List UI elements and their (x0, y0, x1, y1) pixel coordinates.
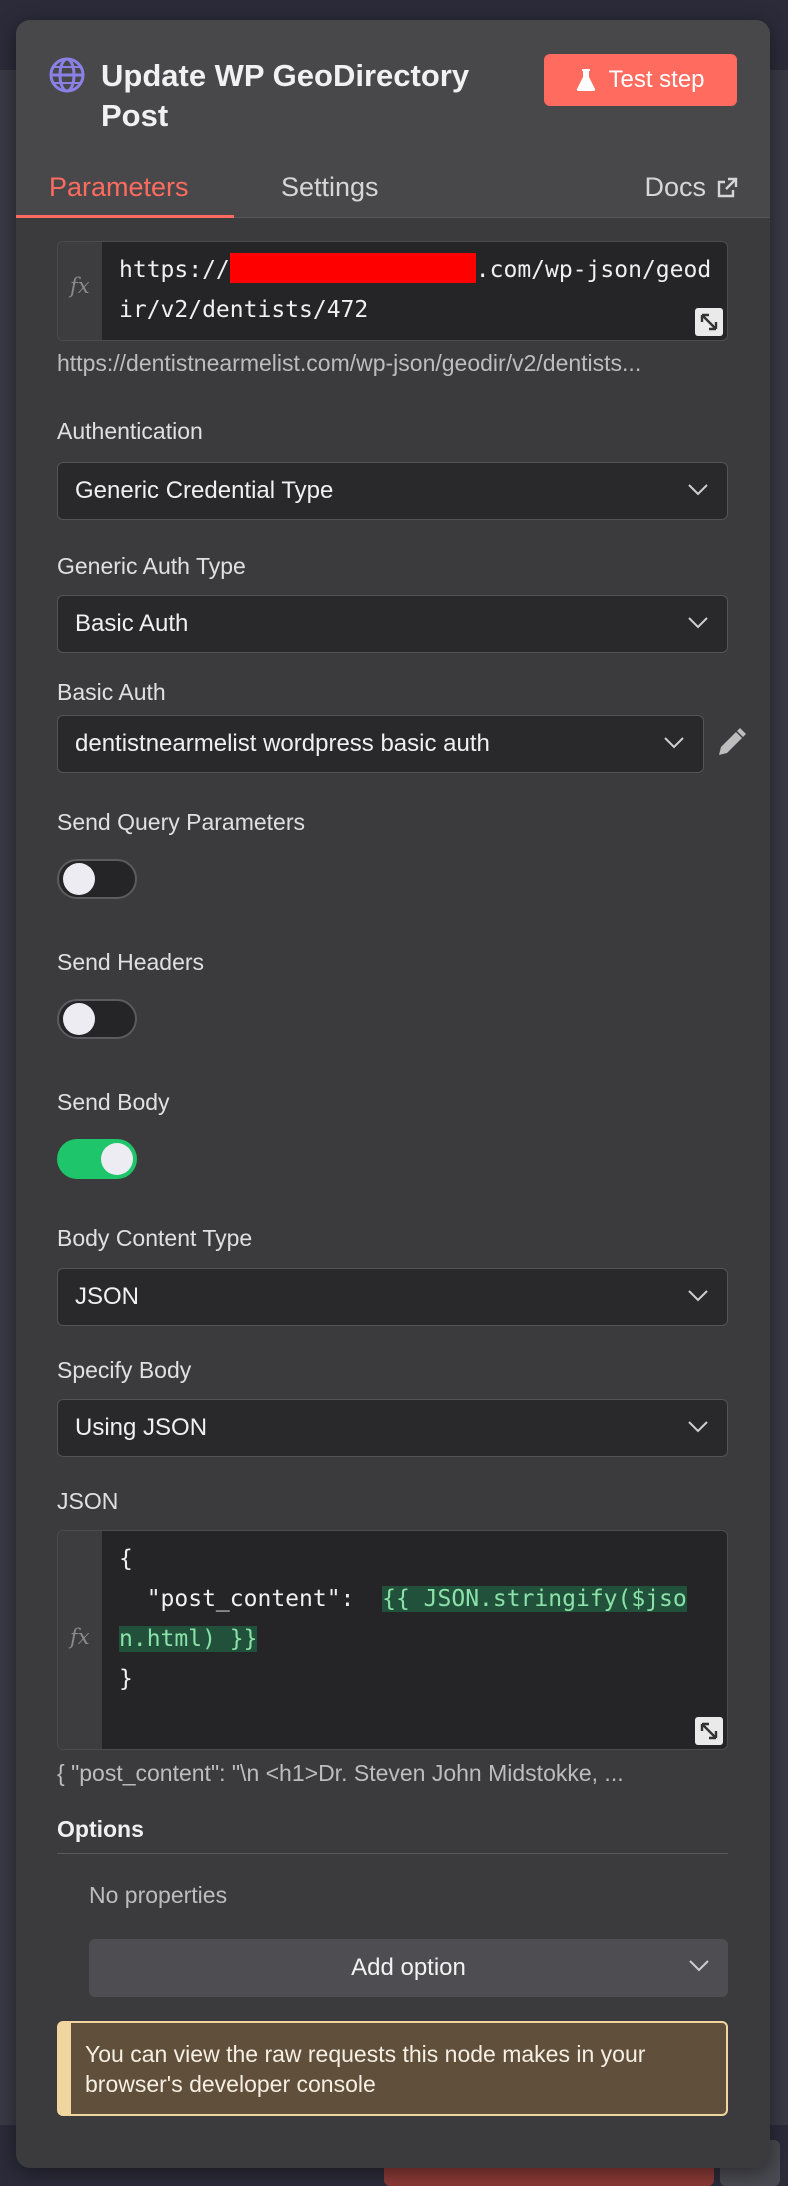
json-preview: { "post_content": "\n <h1>Dr. Steven Joh… (57, 1760, 624, 1786)
generic-auth-type-select[interactable]: Basic Auth (57, 595, 728, 653)
specify-body-value: Using JSON (75, 1414, 208, 1441)
toggle-knob (101, 1143, 133, 1175)
basic-auth-label: Basic Auth (57, 679, 166, 705)
toggle-knob (63, 1003, 95, 1035)
tab-settings[interactable]: Settings (281, 172, 379, 203)
chevron-down-icon (689, 1960, 709, 1972)
edit-credential-pencil-icon[interactable] (715, 727, 747, 759)
active-tab-indicator (16, 215, 234, 218)
redacted-block (229, 253, 476, 283)
authentication-value: Generic Credential Type (75, 477, 334, 504)
fx-icon: fx (70, 274, 90, 298)
fx-gutter: fx (58, 242, 102, 340)
json-line1: { (119, 1546, 133, 1572)
chevron-down-icon (688, 1421, 708, 1433)
globe-icon (49, 57, 85, 93)
tab-parameters[interactable]: Parameters (49, 172, 189, 203)
chevron-down-icon (688, 617, 708, 629)
basic-auth-value: dentistnearmelist wordpress basic auth (75, 730, 490, 757)
body-content-type-label: Body Content Type (57, 1225, 253, 1251)
url-expression-editor[interactable]: fx https:// .com/wp-json/geod ir/v2/denti… (57, 241, 728, 341)
basic-auth-credential-select[interactable]: dentistnearmelist wordpress basic auth (57, 715, 704, 773)
panel-header: Update WP GeoDirectory Post Test step Pa… (16, 20, 770, 218)
docs-link[interactable]: Docs (644, 172, 738, 203)
options-divider (57, 1853, 728, 1854)
generic-auth-type-label: Generic Auth Type (57, 553, 246, 579)
chevron-down-icon (664, 737, 684, 749)
add-option-button[interactable]: Add option (89, 1939, 728, 1997)
authentication-select[interactable]: Generic Credential Type (57, 462, 728, 520)
options-title: Options (57, 1816, 144, 1842)
body-content-type-value: JSON (75, 1283, 140, 1310)
fx-gutter: fx (58, 1531, 102, 1749)
url-suffix: .com/wp-json/geod (475, 257, 712, 283)
send-headers-toggle[interactable] (57, 999, 137, 1039)
node-title[interactable]: Update WP GeoDirectory Post (101, 56, 521, 136)
specify-body-select[interactable]: Using JSON (57, 1399, 728, 1457)
json-key: "post_content": (119, 1586, 383, 1612)
send-headers-label: Send Headers (57, 949, 205, 975)
flask-icon (577, 69, 596, 91)
authentication-label: Authentication (57, 418, 203, 444)
raw-requests-notice: You can view the raw requests this node … (57, 2021, 728, 2116)
json-expression-part1: {{ JSON.stringify($jso (382, 1586, 687, 1612)
body-content-type-select[interactable]: JSON (57, 1268, 728, 1326)
send-body-label: Send Body (57, 1089, 170, 1115)
send-body-toggle[interactable] (57, 1139, 137, 1179)
add-option-label: Add option (351, 1954, 466, 1981)
toggle-knob (63, 863, 95, 895)
url-line2: ir/v2/dentists/472 (119, 297, 369, 323)
no-properties-text: No properties (89, 1882, 228, 1908)
expand-editor-icon[interactable] (695, 308, 723, 336)
fx-icon: fx (70, 1625, 90, 1649)
expand-editor-icon[interactable] (695, 1717, 723, 1745)
json-expression-part2: n.html) }} (119, 1626, 258, 1652)
json-line4: } (119, 1666, 133, 1692)
test-step-label: Test step (608, 66, 705, 93)
node-parameters-panel: Update WP GeoDirectory Post Test step Pa… (16, 20, 770, 2168)
send-query-label: Send Query Parameters (57, 809, 306, 835)
json-label: JSON (57, 1488, 119, 1514)
docs-label: Docs (644, 172, 706, 202)
json-code-text[interactable]: { "post_content": {{ JSON.stringify($jso… (119, 1539, 687, 1699)
test-step-button[interactable]: Test step (544, 54, 737, 106)
json-expression-editor[interactable]: fx { "post_content": {{ JSON.stringify($… (57, 1530, 728, 1750)
chevron-down-icon (688, 1290, 708, 1302)
external-link-icon (717, 177, 738, 197)
send-query-toggle[interactable] (57, 859, 137, 899)
url-prefix: https:// (119, 257, 230, 283)
chevron-down-icon (688, 484, 708, 496)
url-code-text[interactable]: https:// .com/wp-json/geod ir/v2/dentists… (119, 250, 711, 330)
specify-body-label: Specify Body (57, 1357, 192, 1383)
url-preview: https://dentistnearmelist.com/wp-json/ge… (57, 350, 642, 376)
generic-auth-type-value: Basic Auth (75, 610, 189, 637)
